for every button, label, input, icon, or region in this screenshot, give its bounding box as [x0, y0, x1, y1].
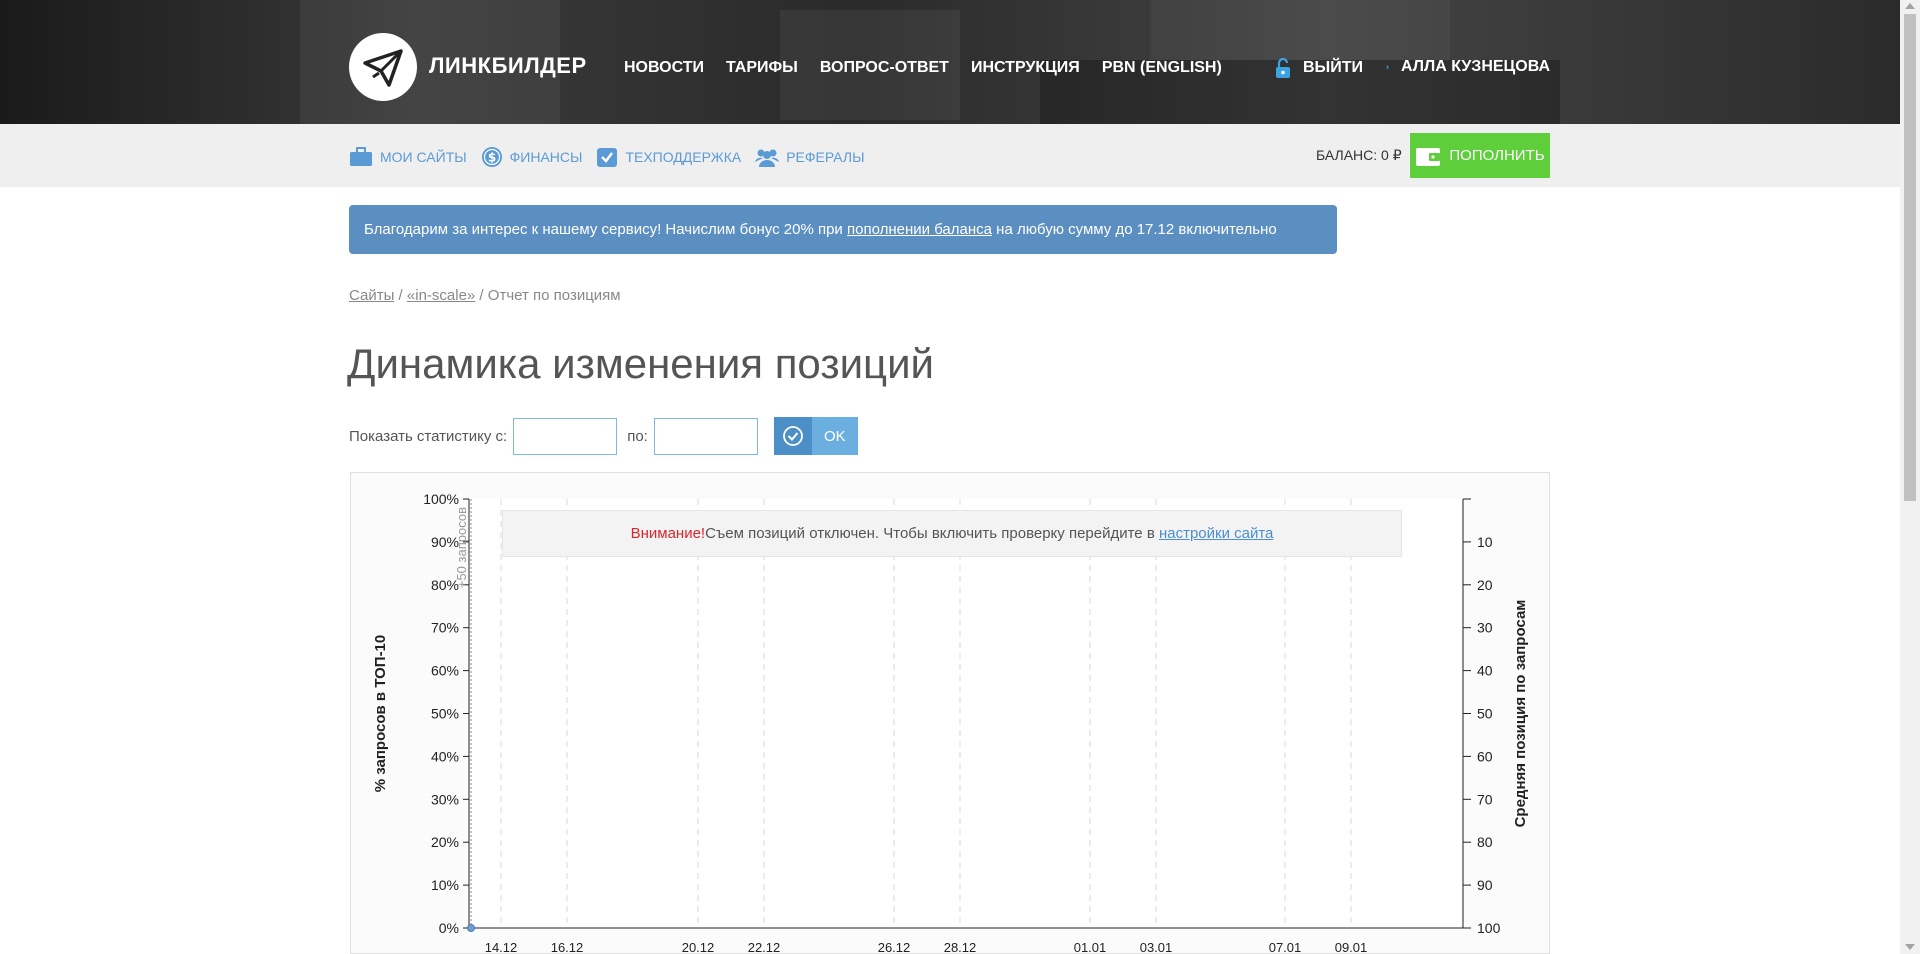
breadcrumb-sep-1: / — [394, 287, 407, 304]
date-from-label: Показать статистику с: — [349, 427, 508, 445]
promo-text-after: на любую сумму до 17.12 включительно — [996, 221, 1277, 238]
y2-axis-title: Средняя позиция по запросам — [1512, 600, 1529, 828]
nav-news[interactable]: НОВОСТИ — [624, 59, 704, 77]
main-nav: НОВОСТИ ТАРИФЫ ВОПРОС-ОТВЕТ ИНСТРУКЦИЯ P… — [624, 59, 1222, 77]
y-tick-label: 50% — [431, 706, 459, 722]
date-from-input[interactable] — [513, 417, 618, 455]
y2-tick-label: 30 — [1477, 620, 1493, 636]
notice-warning: Внимание! — [630, 525, 706, 542]
logo-icon[interactable] — [349, 33, 417, 101]
topup-label: ПОПОЛНИТЬ — [1449, 147, 1545, 164]
y-tick-label: 10% — [431, 877, 459, 893]
scrollbar-thumb[interactable] — [1904, 14, 1916, 501]
page-scrollbar[interactable] — [1900, 0, 1920, 954]
date-to-input[interactable] — [653, 417, 758, 455]
subnav-my-sites[interactable]: МОИ САЙТЫ — [349, 147, 467, 167]
breadcrumb-sites[interactable]: Сайты — [349, 287, 394, 304]
plot-area — [469, 499, 1461, 928]
subnav-support[interactable]: ТЕХПОДДЕРЖКА — [596, 146, 741, 168]
scroll-up-icon[interactable] — [1905, 3, 1915, 9]
x-tick-label: 09.01 — [1335, 940, 1368, 954]
x-tick-label: 20.12 — [682, 940, 715, 954]
y-tick-label: 100% — [423, 491, 459, 507]
promo-banner: Благодарим за интерес к нашему сервису! … — [349, 205, 1337, 254]
y2-tick-label: 90 — [1477, 877, 1493, 893]
annotation-label: +50 запросов — [454, 507, 469, 588]
logout-button[interactable]: ВЫЙТИ — [1273, 57, 1363, 79]
x-tick-label: 07.01 — [1269, 940, 1302, 954]
promo-topup-link[interactable]: пополнении баланса — [847, 221, 992, 238]
y-tick-label: 70% — [431, 620, 459, 636]
sub-nav: МОИ САЙТЫ $ ФИНАНСЫ ТЕХПОДДЕРЖКА РЕФЕРАЛ… — [349, 146, 865, 168]
user-icon — [1386, 65, 1389, 69]
wallet-icon — [1416, 147, 1441, 166]
promo-text-before: Благодарим за интерес к нашему сервису! … — [364, 221, 843, 238]
briefcase-icon — [350, 147, 372, 166]
y2-tick-label: 20 — [1477, 577, 1493, 593]
series-point — [467, 924, 475, 932]
y2-tick-label: 10 — [1477, 534, 1493, 550]
notice-text: Съем позиций отключен. Чтобы включить пр… — [705, 525, 1155, 542]
y-tick-label: 0% — [439, 920, 459, 936]
y2-tick-label: 60 — [1477, 748, 1493, 764]
x-tick-label: 22.12 — [748, 940, 781, 954]
site-settings-link[interactable]: настройки сайта — [1159, 525, 1273, 542]
y2-tick-label: 100 — [1477, 920, 1501, 936]
y-tick-label: 30% — [431, 791, 459, 807]
x-tick-label: 16.12 — [551, 940, 584, 954]
user-menu[interactable]: АЛЛА КУЗНЕЦОВА — [1386, 57, 1550, 77]
unlock-icon — [1276, 57, 1290, 78]
breadcrumb-site[interactable]: «in-scale» — [407, 287, 475, 304]
scroll-down-icon[interactable] — [1905, 944, 1915, 950]
subnav-referrals[interactable]: РЕФЕРАЛЫ — [755, 147, 865, 167]
x-tick-label: 26.12 — [878, 940, 911, 954]
breadcrumb-current: Отчет по позициям — [487, 287, 621, 304]
balance-text: БАЛАНС: 0 ₽ — [1316, 147, 1402, 163]
y-tick-label: 20% — [431, 834, 459, 850]
page-title: Динамика изменения позиций — [347, 340, 935, 387]
x-tick-label: 28.12 — [944, 940, 977, 954]
ok-label: OK — [811, 417, 858, 455]
subnav-my-sites-label: МОИ САЙТЫ — [380, 149, 467, 165]
svg-text:$: $ — [487, 151, 495, 165]
breadcrumb-sep-2: / — [475, 287, 488, 304]
y2-tick-label: 40 — [1477, 663, 1493, 679]
subnav-support-label: ТЕХПОДДЕРЖКА — [625, 149, 742, 165]
y-axis-title: % запросов в ТОП-10 — [372, 635, 389, 793]
y-tick-label: 60% — [431, 663, 459, 679]
nav-instructions[interactable]: ИНСТРУКЦИЯ — [971, 59, 1080, 77]
dollar-icon: $ — [481, 147, 502, 167]
subnav-finance[interactable]: $ ФИНАНСЫ — [481, 146, 583, 168]
nav-pbn[interactable]: PBN (ENGLISH) — [1102, 59, 1222, 77]
topup-button[interactable]: ПОПОЛНИТЬ — [1410, 133, 1550, 178]
date-to-label: по: — [627, 427, 648, 445]
sub-nav-bar: МОИ САЙТЫ $ ФИНАНСЫ ТЕХПОДДЕРЖКА РЕФЕРАЛ… — [0, 124, 1900, 187]
y2-tick-label: 80 — [1477, 834, 1493, 850]
nav-tariffs[interactable]: ТАРИФЫ — [726, 59, 798, 77]
x-tick-label: 14.12 — [485, 940, 518, 954]
breadcrumb: Сайты / «in-scale» / Отчет по позициям — [349, 287, 621, 304]
check-shield-icon — [597, 148, 618, 167]
user-name: АЛЛА КУЗНЕЦОВА — [1400, 58, 1550, 75]
subnav-referrals-label: РЕФЕРАЛЫ — [786, 149, 865, 165]
subnav-finance-label: ФИНАНСЫ — [509, 149, 583, 165]
positions-disabled-notice: Внимание! Съем позиций отключен. Чтобы в… — [502, 510, 1402, 557]
nav-faq[interactable]: ВОПРОС-ОТВЕТ — [820, 59, 949, 77]
date-filter: Показать статистику с: по: OK — [349, 417, 858, 455]
ok-button[interactable]: OK — [773, 417, 858, 455]
logout-label: ВЫЙТИ — [1303, 59, 1363, 76]
x-tick-label: 01.01 — [1074, 940, 1107, 954]
y2-tick-label: 50 — [1477, 706, 1493, 722]
brand-name[interactable]: ЛИНКБИЛДЕР — [429, 53, 587, 79]
x-tick-label: 03.01 — [1140, 940, 1173, 954]
y2-tick-label: 70 — [1477, 791, 1493, 807]
check-circle-icon — [773, 417, 812, 455]
y-tick-label: 40% — [431, 748, 459, 764]
users-icon — [755, 149, 780, 167]
